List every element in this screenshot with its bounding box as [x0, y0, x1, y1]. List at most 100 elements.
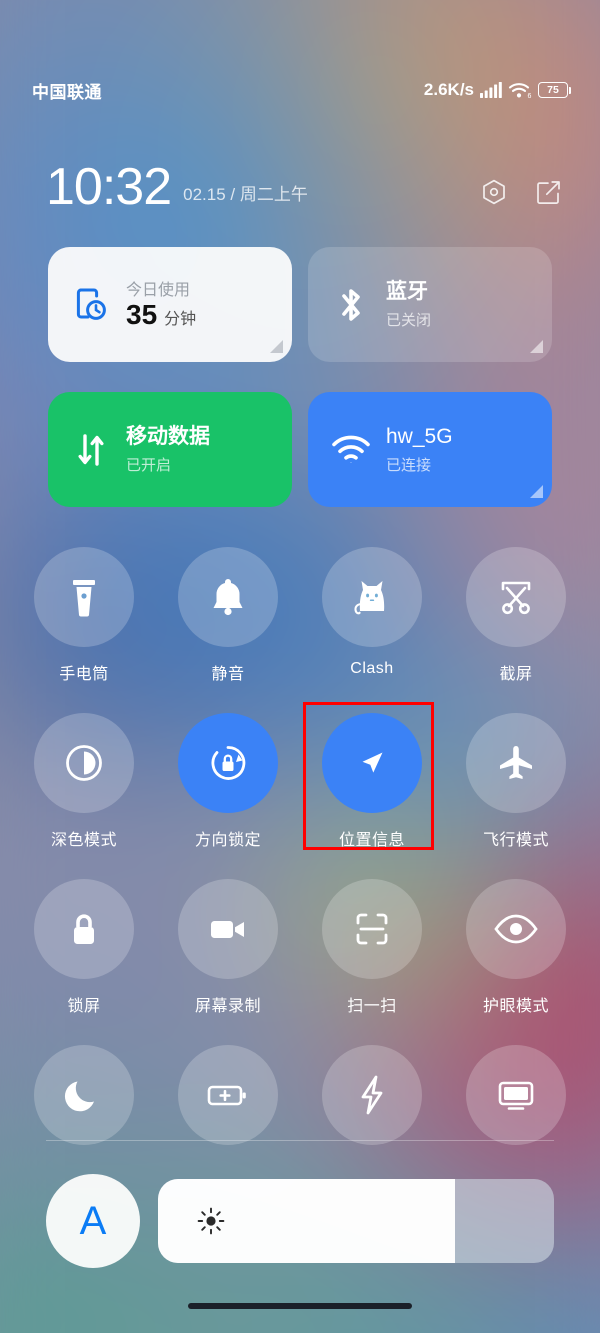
data-arrows-icon: [70, 430, 112, 470]
toggle-location-label: 位置信息: [338, 832, 405, 849]
signal-bars-icon: [480, 82, 502, 98]
toggle-screen-record-label: 屏幕录制: [194, 998, 261, 1015]
contrast-circle-icon: [66, 745, 102, 781]
scissors-icon: [501, 581, 531, 615]
wifi-ssid: hw_5G: [386, 425, 453, 449]
toggle-silent-circle[interactable]: [178, 547, 278, 647]
clock-header: 10:32 02.15 / 周二上午: [46, 142, 562, 216]
edit-square-icon[interactable]: [534, 178, 562, 206]
toggle-airplane-mode[interactable]: 飞行模式: [466, 713, 566, 850]
brightness-bar: A: [46, 1174, 554, 1268]
toggle-silent[interactable]: 静音: [178, 547, 278, 684]
toggle-dark-mode-label: 深色模式: [50, 832, 117, 849]
screen-time-unit: 分钟: [164, 311, 197, 329]
toggle-battery-saver[interactable]: [178, 1045, 278, 1158]
toggle-grid-row-2: 深色模式 方向锁定 位置信息 飞行模式: [34, 713, 566, 850]
lightning-bolt-icon: [361, 1075, 383, 1115]
bluetooth-text: 蓝牙 已关闭: [386, 279, 431, 329]
toggle-scan[interactable]: 扫一扫: [322, 879, 422, 1016]
toggle-clash[interactable]: Clash: [322, 547, 422, 684]
toggle-cast-screen-circle[interactable]: [466, 1045, 566, 1145]
toggle-screenshot[interactable]: 截屏: [466, 547, 566, 684]
screen-time-card[interactable]: 今日使用 35 分钟: [48, 247, 292, 362]
toggle-flashlight-circle[interactable]: [34, 547, 134, 647]
clock-time: 10:32: [46, 157, 172, 216]
toggle-airplane-mode-circle[interactable]: [466, 713, 566, 813]
bluetooth-status: 已关闭: [386, 311, 432, 329]
control-center-screen: 中国联通 2.6K/s 6 75 10:32 02.15 / 周二上午 今日使用…: [0, 0, 600, 1333]
toggle-clash-circle[interactable]: [322, 547, 422, 647]
moon-icon: [64, 1081, 94, 1112]
brightness-slider[interactable]: [158, 1179, 554, 1263]
toggle-dark-mode[interactable]: 深色模式: [34, 713, 134, 850]
phone-clock-icon: [70, 286, 112, 324]
card-resize-corner[interactable]: [530, 340, 543, 353]
cat-icon: [354, 581, 385, 615]
toggle-eye-comfort-circle[interactable]: [466, 879, 566, 979]
toggle-quick-charge-circle[interactable]: [322, 1045, 422, 1145]
bluetooth-card[interactable]: 蓝牙 已关闭: [308, 247, 552, 362]
hexagon-settings-icon[interactable]: [480, 178, 508, 206]
bell-icon: [213, 579, 243, 616]
scan-frame-icon: [356, 913, 388, 945]
card-resize-corner[interactable]: [270, 340, 283, 353]
toggle-screenshot-circle[interactable]: [466, 547, 566, 647]
toggle-grid-row-1: 手电筒 静音 Clash 截屏: [34, 547, 566, 684]
toggle-battery-saver-circle[interactable]: [178, 1045, 278, 1145]
toggle-rotation-lock[interactable]: 方向锁定: [178, 713, 278, 850]
wifi-6-icon: 6: [508, 82, 532, 99]
toggle-dark-mode-circle[interactable]: [34, 713, 134, 813]
toggle-rotation-lock-label: 方向锁定: [194, 832, 261, 849]
toggle-silent-label: 静音: [211, 666, 245, 683]
toggle-screen-record[interactable]: 屏幕录制: [178, 879, 278, 1016]
auto-brightness-button[interactable]: A: [46, 1174, 140, 1268]
mobile-data-status: 已开启: [126, 456, 172, 474]
wifi-icon: [330, 434, 372, 466]
toggle-screenshot-label: 截屏: [499, 666, 533, 683]
toggle-do-not-disturb[interactable]: [34, 1045, 134, 1158]
toggle-cast-screen[interactable]: [466, 1045, 566, 1158]
mobile-data-title: 移动数据: [126, 425, 210, 449]
home-indicator-bar[interactable]: [188, 1303, 412, 1309]
toggle-screen-record-circle[interactable]: [178, 879, 278, 979]
header-actions: [480, 178, 562, 206]
battery-indicator: 75: [538, 82, 571, 98]
bluetooth-icon: [330, 285, 372, 325]
screen-time-label: 今日使用: [126, 281, 191, 299]
toggle-location[interactable]: 位置信息: [322, 713, 422, 850]
toggle-flashlight[interactable]: 手电筒: [34, 547, 134, 684]
battery-plus-icon: [207, 1085, 246, 1106]
card-resize-corner[interactable]: [530, 485, 543, 498]
toggle-lock-screen-circle[interactable]: [34, 879, 134, 979]
wifi-text: hw_5G 已连接: [386, 424, 453, 474]
monitor-icon: [498, 1081, 534, 1110]
toggle-lock-screen-label: 锁屏: [67, 998, 101, 1015]
toggle-airplane-mode-label: 飞行模式: [482, 832, 549, 849]
rotation-lock-icon: [211, 746, 246, 780]
toggle-eye-comfort[interactable]: 护眼模式: [466, 879, 566, 1016]
toggle-grid-row-4: [34, 1045, 566, 1158]
toggle-scan-circle[interactable]: [322, 879, 422, 979]
flashlight-icon: [73, 580, 95, 617]
svg-text:6: 6: [528, 93, 532, 99]
mobile-data-card[interactable]: 移动数据 已开启: [48, 392, 292, 507]
toggle-rotation-lock-circle[interactable]: [178, 713, 278, 813]
card-row-1: 今日使用 35 分钟 蓝牙 已关闭: [48, 247, 552, 362]
status-icons: 2.6K/s 6 75: [423, 80, 571, 100]
bluetooth-title: 蓝牙: [386, 280, 428, 304]
section-divider: [46, 1140, 554, 1141]
network-speed-label: 2.6K/s: [423, 80, 474, 99]
battery-level-label: 75: [547, 83, 559, 96]
padlock-icon: [74, 914, 94, 944]
video-camera-icon: [211, 921, 244, 938]
toggle-eye-comfort-label: 护眼模式: [482, 998, 549, 1015]
wifi-card[interactable]: hw_5G 已连接: [308, 392, 552, 507]
toggle-lock-screen[interactable]: 锁屏: [34, 879, 134, 1016]
toggle-location-circle[interactable]: [322, 713, 422, 813]
toggle-quick-charge[interactable]: [322, 1045, 422, 1158]
screen-time-value: 35: [126, 299, 158, 331]
toggle-do-not-disturb-circle[interactable]: [34, 1045, 134, 1145]
toggle-grid-row-3: 锁屏 屏幕录制 扫一扫 护眼模式: [34, 879, 566, 1016]
sun-brightness-icon: [197, 1207, 225, 1235]
wifi-status: 已连接: [386, 456, 432, 474]
